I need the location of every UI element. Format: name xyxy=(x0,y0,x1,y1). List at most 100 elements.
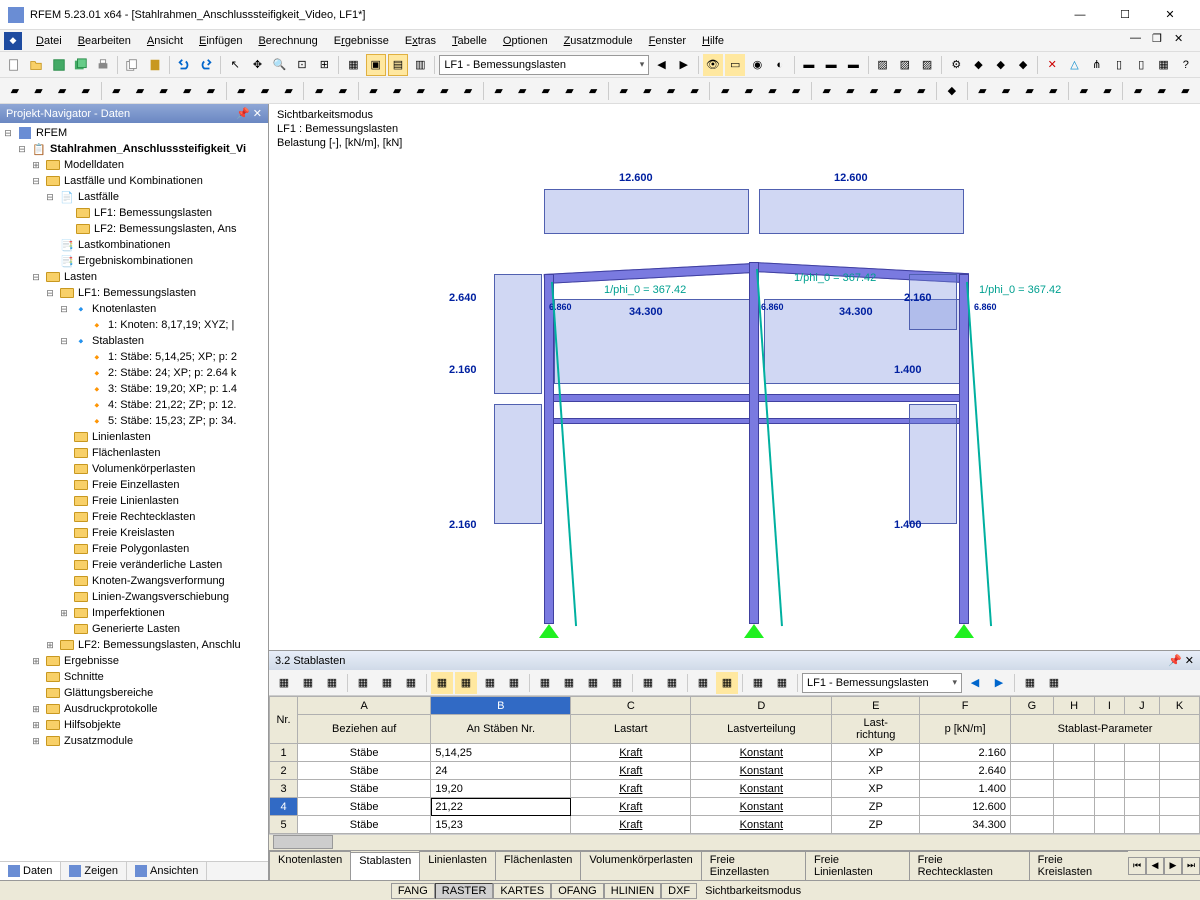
table-row[interactable]: 2Stäbe24KraftKonstantXP2.640 xyxy=(270,762,1200,780)
mdi-minimize-button[interactable]: — xyxy=(1130,32,1152,50)
tree-lf2[interactable]: LF2: Bemessungslasten, Ans xyxy=(2,221,266,237)
tb2-8[interactable]: ▰ xyxy=(176,80,198,102)
menu-ergebnisse[interactable]: Ergebnisse xyxy=(326,33,397,49)
panel-tab-linienlasten[interactable]: Linienlasten xyxy=(419,851,496,880)
col-stablastparam[interactable]: Stablast-Parameter xyxy=(1011,715,1200,744)
panel-tab-knotenlasten[interactable]: Knotenlasten xyxy=(269,851,351,880)
tab-last[interactable]: ⏭ xyxy=(1182,857,1200,875)
result-tool-3[interactable]: ▬ xyxy=(843,54,863,76)
minimize-button[interactable]: — xyxy=(1058,1,1102,29)
tb2-7[interactable]: ▰ xyxy=(153,80,175,102)
status-raster[interactable]: RASTER xyxy=(435,883,494,899)
panel-tab-flächenlasten[interactable]: Flächenlasten xyxy=(495,851,582,880)
tb2-45[interactable]: ▰ xyxy=(1127,80,1149,102)
seismic-icon[interactable]: ▨ xyxy=(917,54,937,76)
tb2-38[interactable]: ◆ xyxy=(941,80,963,102)
navigator-tree[interactable]: ⊟RFEM ⊟📋Stahlrahmen_Anschlusssteifigkeit… xyxy=(0,123,268,861)
tb2-15[interactable]: ▰ xyxy=(363,80,385,102)
status-fang[interactable]: FANG xyxy=(391,883,435,899)
node-icon[interactable]: ▦ xyxy=(1153,54,1173,76)
next-lc-icon[interactable]: ▶ xyxy=(674,54,694,76)
ptb-11[interactable]: ▦ xyxy=(534,672,556,694)
ptb-16[interactable]: ▦ xyxy=(661,672,683,694)
tb2-23[interactable]: ▰ xyxy=(559,80,581,102)
ptb-5[interactable]: ▦ xyxy=(376,672,398,694)
nav-tab-zeigen[interactable]: Zeigen xyxy=(61,862,127,880)
save-icon[interactable] xyxy=(49,54,69,76)
status-kartes[interactable]: KARTES xyxy=(493,883,551,899)
col-K[interactable]: K xyxy=(1160,697,1200,715)
tb2-10[interactable]: ▰ xyxy=(231,80,253,102)
tb2-36[interactable]: ▰ xyxy=(887,80,909,102)
tb2-47[interactable]: ▰ xyxy=(1175,80,1197,102)
tb2-28[interactable]: ▰ xyxy=(684,80,706,102)
view2-icon[interactable]: ▤ xyxy=(388,54,408,76)
ptb-20[interactable]: ▦ xyxy=(771,672,793,694)
status-hlinien[interactable]: HLINIEN xyxy=(604,883,661,899)
horizontal-scrollbar[interactable] xyxy=(269,834,1200,850)
tb2-22[interactable]: ▰ xyxy=(535,80,557,102)
tree-lasten-lf1[interactable]: ⊟LF1: Bemessungslasten xyxy=(2,285,266,301)
tb2-31[interactable]: ▰ xyxy=(762,80,784,102)
tb2-43[interactable]: ▰ xyxy=(1073,80,1095,102)
tb2-37[interactable]: ▰ xyxy=(910,80,932,102)
tree-schnitte[interactable]: Schnitte xyxy=(2,669,266,685)
maximize-button[interactable]: ☐ xyxy=(1103,1,1147,29)
ptb-15[interactable]: ▦ xyxy=(637,672,659,694)
tb2-16[interactable]: ▰ xyxy=(386,80,408,102)
tb2-39[interactable]: ▰ xyxy=(972,80,994,102)
paste-icon[interactable] xyxy=(145,54,165,76)
view-tool-2[interactable]: ▭ xyxy=(725,54,745,76)
col-C[interactable]: C xyxy=(571,697,691,715)
tree-ergebnisse[interactable]: ⊞Ergebnisse xyxy=(2,653,266,669)
tb2-4[interactable]: ▰ xyxy=(75,80,97,102)
tree-linienlasten[interactable]: Linienlasten xyxy=(2,429,266,445)
menu-berechnung[interactable]: Berechnung xyxy=(250,33,325,49)
col-G[interactable]: G xyxy=(1011,697,1054,715)
tb2-24[interactable]: ▰ xyxy=(582,80,604,102)
zoom-all-icon[interactable]: ⊞ xyxy=(314,54,334,76)
tb2-26[interactable]: ▰ xyxy=(637,80,659,102)
save-all-icon[interactable] xyxy=(71,54,91,76)
prev-lc-icon[interactable]: ◀ xyxy=(651,54,671,76)
ptb-18[interactable]: ▦ xyxy=(716,672,738,694)
stablasten-grid[interactable]: Nr. A B C D E F G H I J K Beziehen xyxy=(269,696,1200,834)
col-lastricht[interactable]: Last-richtung xyxy=(832,715,920,744)
tab-first[interactable]: ⏮ xyxy=(1128,857,1146,875)
col-H[interactable]: H xyxy=(1053,697,1094,715)
panel-tab-freie kreislasten[interactable]: Freie Kreislasten xyxy=(1029,851,1128,880)
col-F[interactable]: F xyxy=(920,697,1011,715)
col-D[interactable]: D xyxy=(691,697,832,715)
tree-lastkomb[interactable]: 📑Lastkombinationen xyxy=(2,237,266,253)
view3-icon[interactable]: ▥ xyxy=(410,54,430,76)
tb2-25[interactable]: ▰ xyxy=(613,80,635,102)
panel-tab-stablasten[interactable]: Stablasten xyxy=(350,852,420,880)
status-ofang[interactable]: OFANG xyxy=(551,883,604,899)
tb2-35[interactable]: ▰ xyxy=(863,80,885,102)
tree-freie-rechteck[interactable]: Freie Rechtecklasten xyxy=(2,509,266,525)
menu-bearbeiten[interactable]: Bearbeiten xyxy=(70,33,139,49)
redo-icon[interactable] xyxy=(196,54,216,76)
view-tool-1[interactable]: 👁 xyxy=(703,54,723,76)
tree-ergkomb[interactable]: 📑Ergebniskombinationen xyxy=(2,253,266,269)
menu-einfuegen[interactable]: Einfügen xyxy=(191,33,250,49)
tree-root[interactable]: ⊟RFEM xyxy=(2,125,266,141)
ptb-13[interactable]: ▦ xyxy=(582,672,604,694)
tab-prev[interactable]: ◀ xyxy=(1146,857,1164,875)
ptb-filter2[interactable]: ▦ xyxy=(1043,672,1065,694)
tree-stab-2[interactable]: 🔸2: Stäbe: 24; XP; p: 2.64 k xyxy=(2,365,266,381)
tree-ausdruck[interactable]: ⊞Ausdruckprotokolle xyxy=(2,701,266,717)
col-beziehen[interactable]: Beziehen auf xyxy=(298,715,431,744)
table-row[interactable]: 4Stäbe21,22KraftKonstantZP12.600 xyxy=(270,798,1200,816)
view-tool-3[interactable]: ◉ xyxy=(747,54,767,76)
table-row[interactable]: 5Stäbe15,23KraftKonstantZP34.300 xyxy=(270,816,1200,834)
panel-lc-combo[interactable]: LF1 - Bemessungslasten xyxy=(802,673,962,693)
menu-extras[interactable]: Extras xyxy=(397,33,444,49)
snow-icon[interactable]: ▨ xyxy=(895,54,915,76)
tb2-40[interactable]: ▰ xyxy=(995,80,1017,102)
ptb-19[interactable]: ▦ xyxy=(747,672,769,694)
panel-tab-freie rechtecklasten[interactable]: Freie Rechtecklasten xyxy=(909,851,1030,880)
ptb-9[interactable]: ▦ xyxy=(479,672,501,694)
view-tool-4[interactable]: ◐ xyxy=(770,54,790,76)
menu-fenster[interactable]: Fenster xyxy=(641,33,694,49)
